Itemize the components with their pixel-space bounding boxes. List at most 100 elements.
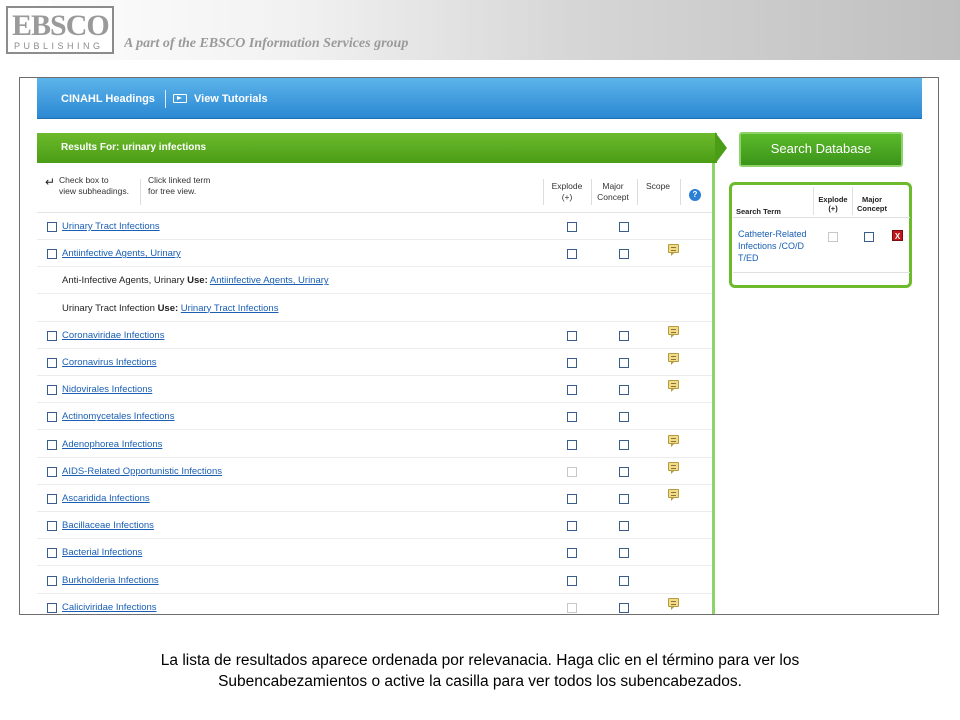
major-concept-checkbox[interactable] bbox=[619, 494, 629, 504]
major-concept-checkbox[interactable] bbox=[619, 466, 629, 477]
term-link[interactable]: Bacterial Infections bbox=[62, 547, 142, 558]
box-head-explode-line2: (+) bbox=[828, 204, 838, 213]
top-navigation: CINAHL Headings View Tutorials bbox=[37, 78, 922, 119]
result-row: Coronavirus Infections bbox=[37, 349, 712, 376]
results-header: Results For: urinary infections bbox=[37, 133, 717, 163]
scope-note-icon[interactable] bbox=[668, 325, 679, 338]
help-icon[interactable]: ? bbox=[689, 189, 701, 201]
major-concept-checkbox[interactable] bbox=[619, 249, 629, 260]
box-head-major-line1: Major bbox=[861, 195, 882, 204]
subheadings-checkbox[interactable] bbox=[47, 602, 57, 613]
use-target-link[interactable]: Urinary Tract Infections bbox=[181, 303, 279, 314]
box-header-rule bbox=[733, 217, 910, 218]
scope-note-icon[interactable] bbox=[668, 461, 679, 474]
column-major-line1: Major bbox=[602, 181, 624, 191]
term-link[interactable]: Antiinfective Agents, Urinary bbox=[62, 248, 181, 259]
major-concept-checkbox[interactable] bbox=[619, 602, 629, 613]
explode-checkbox[interactable] bbox=[567, 358, 577, 368]
nav-cinahl-headings[interactable]: CINAHL Headings bbox=[61, 93, 155, 105]
major-concept-checkbox[interactable] bbox=[619, 222, 629, 232]
subheadings-checkbox[interactable] bbox=[47, 249, 57, 260]
term-link[interactable]: Caliciviridae Infections bbox=[62, 602, 157, 613]
hint-click-term: Click linked term for tree view. bbox=[148, 175, 210, 197]
scope-note-icon[interactable] bbox=[668, 244, 679, 257]
subheadings-checkbox[interactable] bbox=[47, 330, 57, 341]
use-label: Use: bbox=[187, 275, 208, 287]
subheadings-checkbox[interactable] bbox=[47, 466, 57, 477]
subheadings-checkbox[interactable] bbox=[47, 222, 57, 232]
result-row: Antiinfective Agents, Urinary bbox=[37, 240, 712, 268]
major-concept-checkbox[interactable] bbox=[619, 412, 629, 423]
scope-note-icon[interactable] bbox=[668, 380, 679, 393]
major-concept-checkbox[interactable] bbox=[619, 358, 629, 368]
term-link[interactable]: Coronavirus Infections bbox=[62, 357, 157, 368]
result-row: Bacillaceae Infections bbox=[37, 512, 712, 540]
nav-view-tutorials[interactable]: View Tutorials bbox=[194, 93, 268, 105]
explode-checkbox[interactable] bbox=[567, 494, 577, 504]
subheadings-checkbox[interactable] bbox=[47, 575, 57, 586]
scope-note-icon[interactable] bbox=[668, 434, 679, 447]
box-head-explode-line1: Explode bbox=[818, 195, 848, 204]
result-row: Burkholderia Infections bbox=[37, 567, 712, 594]
selected-major-checkbox[interactable] bbox=[864, 232, 874, 242]
subheadings-checkbox[interactable] bbox=[47, 439, 57, 450]
explode-checkbox[interactable] bbox=[567, 466, 577, 477]
entry-term: Anti-Infective Agents, Urinary bbox=[62, 275, 185, 287]
term-link[interactable]: Coronaviridae Infections bbox=[62, 330, 164, 341]
subheadings-checkbox[interactable] bbox=[47, 548, 57, 559]
scope-note-icon[interactable] bbox=[668, 489, 679, 501]
explode-checkbox[interactable] bbox=[567, 439, 577, 450]
subheadings-checkbox[interactable] bbox=[47, 358, 57, 368]
explode-checkbox[interactable] bbox=[567, 602, 577, 613]
result-row: Nidovirales Infections bbox=[37, 376, 712, 404]
search-database-button[interactable]: Search Database bbox=[739, 132, 903, 167]
logo-wordmark: EBSCO bbox=[12, 9, 110, 42]
major-concept-checkbox[interactable] bbox=[619, 330, 629, 341]
remove-term-icon[interactable]: X bbox=[892, 230, 903, 241]
explode-checkbox[interactable] bbox=[567, 385, 577, 396]
explode-checkbox[interactable] bbox=[567, 521, 577, 532]
explode-checkbox[interactable] bbox=[567, 412, 577, 423]
subheadings-checkbox[interactable] bbox=[47, 494, 57, 504]
box-head-term: Search Term bbox=[736, 207, 781, 216]
use-target-link[interactable]: Antiinfective Agents, Urinary bbox=[210, 275, 329, 286]
selected-term-line3: T/ED bbox=[738, 253, 759, 263]
use-reference-row: Anti-Infective Agents, Urinary Use: Anti… bbox=[37, 267, 712, 295]
selected-terms-box: Search Term Explode (+) Major Concept Ca… bbox=[729, 182, 912, 288]
box-head-major-line2: Concept bbox=[857, 204, 887, 213]
term-link[interactable]: Nidovirales Infections bbox=[62, 384, 152, 395]
nav-separator bbox=[165, 90, 166, 108]
hint-checkbox-line2: view subheadings. bbox=[59, 186, 129, 196]
selected-explode-checkbox[interactable] bbox=[828, 232, 838, 242]
subheadings-checkbox[interactable] bbox=[47, 385, 57, 396]
explode-checkbox[interactable] bbox=[567, 575, 577, 586]
term-link[interactable]: Ascaridida Infections bbox=[62, 493, 150, 504]
hint-checkbox: Check box to view subheadings. bbox=[59, 175, 129, 197]
major-concept-checkbox[interactable] bbox=[619, 521, 629, 532]
term-link[interactable]: Bacillaceae Infections bbox=[62, 520, 154, 531]
scope-note-icon[interactable] bbox=[668, 597, 679, 610]
caption-line-1: La lista de resultados aparece ordenada … bbox=[160, 652, 800, 669]
explode-checkbox[interactable] bbox=[567, 249, 577, 260]
major-concept-checkbox[interactable] bbox=[619, 385, 629, 396]
major-concept-checkbox[interactable] bbox=[619, 439, 629, 450]
term-link[interactable]: Burkholderia Infections bbox=[62, 575, 159, 586]
term-link[interactable]: Adenophorea Infections bbox=[62, 439, 162, 450]
explode-checkbox[interactable] bbox=[567, 548, 577, 559]
term-link[interactable]: Urinary Tract Infections bbox=[62, 221, 160, 232]
explode-checkbox[interactable] bbox=[567, 222, 577, 232]
column-divider bbox=[680, 179, 681, 205]
subheadings-checkbox[interactable] bbox=[47, 412, 57, 423]
term-link[interactable]: Actinomycetales Infections bbox=[62, 411, 174, 422]
hint-click-line1: Click linked term bbox=[148, 175, 211, 185]
subheadings-checkbox[interactable] bbox=[47, 521, 57, 532]
major-concept-checkbox[interactable] bbox=[619, 548, 629, 559]
explode-checkbox[interactable] bbox=[567, 330, 577, 341]
result-row: Caliciviridae Infections bbox=[37, 594, 712, 614]
scope-note-icon[interactable] bbox=[668, 353, 679, 365]
hint-click-line2: for tree view. bbox=[148, 186, 197, 196]
ebsco-logo: EBSCO PUBLISHING bbox=[6, 6, 114, 54]
major-concept-checkbox[interactable] bbox=[619, 575, 629, 586]
term-link[interactable]: AIDS-Related Opportunistic Infections bbox=[62, 466, 222, 477]
selected-term[interactable]: Catheter-Related Infections /CO/D T/ED bbox=[738, 228, 816, 264]
